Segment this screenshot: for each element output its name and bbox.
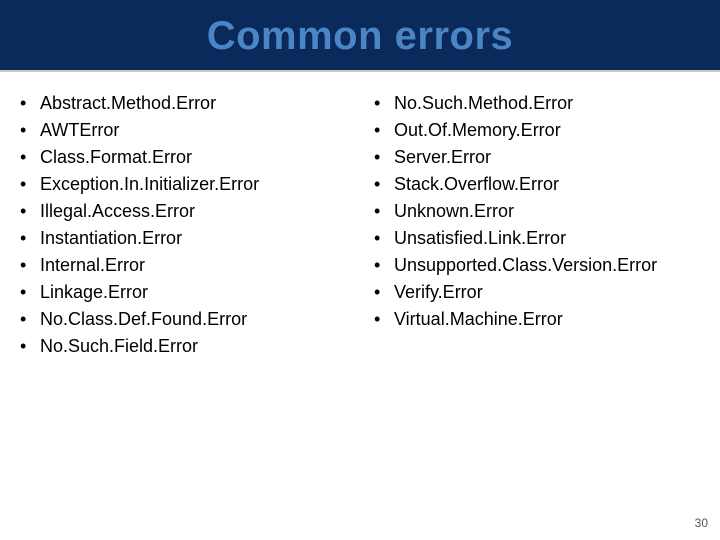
list-item-label: Instantiation.Error xyxy=(40,228,182,248)
list-item: Illegal.Access.Error xyxy=(20,198,354,225)
list-item-label: Stack.Overflow.Error xyxy=(394,174,559,194)
list-item-label: Virtual.Machine.Error xyxy=(394,309,563,329)
left-column: Abstract.Method.Error AWTError Class.For… xyxy=(6,90,360,360)
list-item-label: Linkage.Error xyxy=(40,282,148,302)
list-item-label: Server.Error xyxy=(394,147,491,167)
list-item: Server.Error xyxy=(374,144,708,171)
list-item: AWTError xyxy=(20,117,354,144)
list-item-label: Unsatisfied.Link.Error xyxy=(394,228,566,248)
list-item: Class.Format.Error xyxy=(20,144,354,171)
error-list-left: Abstract.Method.Error AWTError Class.For… xyxy=(6,90,360,360)
list-item: No.Such.Method.Error xyxy=(374,90,708,117)
list-item-label: Verify.Error xyxy=(394,282,483,302)
list-item: Virtual.Machine.Error xyxy=(374,306,708,333)
list-item-label: Unknown.Error xyxy=(394,201,514,221)
page-number: 30 xyxy=(695,516,708,530)
list-item-label: Internal.Error xyxy=(40,255,145,275)
list-item: No.Class.Def.Found.Error xyxy=(20,306,354,333)
list-item-label: Unsupported.Class.Version.Error xyxy=(394,255,657,275)
list-item-label: No.Such.Method.Error xyxy=(394,93,573,113)
list-item-label: No.Such.Field.Error xyxy=(40,336,198,356)
error-list-right: No.Such.Method.Error Out.Of.Memory.Error… xyxy=(360,90,714,333)
list-item: Out.Of.Memory.Error xyxy=(374,117,708,144)
list-item: Instantiation.Error xyxy=(20,225,354,252)
list-item-label: Exception.In.Initializer.Error xyxy=(40,174,259,194)
right-column: No.Such.Method.Error Out.Of.Memory.Error… xyxy=(360,90,714,360)
list-item-label: AWTError xyxy=(40,120,119,140)
list-item: Stack.Overflow.Error xyxy=(374,171,708,198)
list-item-label: No.Class.Def.Found.Error xyxy=(40,309,247,329)
list-item-label: Abstract.Method.Error xyxy=(40,93,216,113)
list-item: Internal.Error xyxy=(20,252,354,279)
title-bar: Common errors xyxy=(0,0,720,72)
list-item: Abstract.Method.Error xyxy=(20,90,354,117)
list-item-label: Illegal.Access.Error xyxy=(40,201,195,221)
list-item: No.Such.Field.Error xyxy=(20,333,354,360)
list-item: Exception.In.Initializer.Error xyxy=(20,171,354,198)
slide-body: Abstract.Method.Error AWTError Class.For… xyxy=(0,72,720,360)
list-item: Unsupported.Class.Version.Error xyxy=(374,252,708,279)
slide-title: Common errors xyxy=(207,14,514,59)
list-item-label: Out.Of.Memory.Error xyxy=(394,120,561,140)
list-item: Unknown.Error xyxy=(374,198,708,225)
list-item: Unsatisfied.Link.Error xyxy=(374,225,708,252)
list-item: Linkage.Error xyxy=(20,279,354,306)
list-item-label: Class.Format.Error xyxy=(40,147,192,167)
slide: Common errors Abstract.Method.Error AWTE… xyxy=(0,0,720,540)
list-item: Verify.Error xyxy=(374,279,708,306)
